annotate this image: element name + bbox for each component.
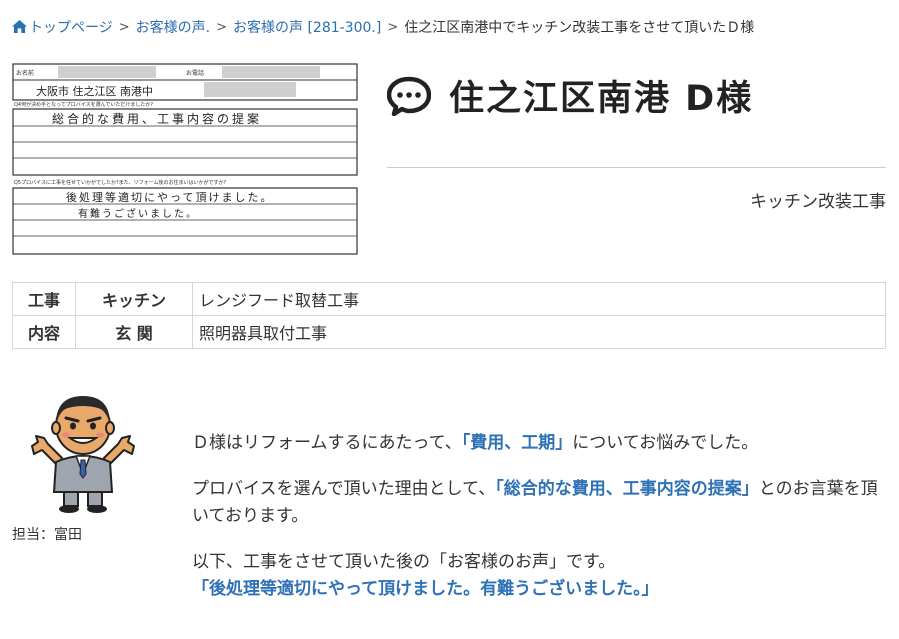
breadcrumb-voices-link[interactable]: お客様の声.	[136, 17, 210, 37]
breadcrumb-separator: >	[216, 19, 227, 35]
works-head-2: 内容	[12, 315, 76, 349]
survey-address-handwriting: 大阪市 住之江区 南港中	[36, 84, 153, 98]
table-row: 工事 キッチン レンジフード取替工事	[12, 282, 886, 316]
work-description: 照明器具取付工事	[192, 315, 886, 349]
staff-mascot-icon	[31, 396, 135, 513]
speech-bubble-icon	[387, 76, 431, 116]
works-table: 工事 キッチン レンジフード取替工事 内容 玄 関 照明器具取付工事	[12, 282, 886, 349]
works-head-1: 工事	[12, 282, 76, 316]
work-category: キッチン改装工事	[750, 192, 886, 212]
survey-q5: Q5プロバイスに工事を任せていかがでしたか?また、リフォーム後のお住まいはいかが…	[14, 179, 226, 186]
title-row: 住之江区南港 D様	[387, 70, 753, 121]
comments: Ｄ様はリフォームするにあたって、「費用、工期」についてお悩みでした。 プロバイス…	[192, 430, 886, 622]
comment-text: Ｄ様はリフォームするにあたって、	[192, 433, 462, 453]
breadcrumb-current: 住之江区南港中でキッチン改装工事をさせて頂いたＤ様	[404, 20, 755, 36]
comment-highlight: 「費用、工期」	[461, 433, 573, 453]
survey-sheet-image: お名前 お電話 大阪市 住之江区 南港中 Q4何が決め手となってプロバイスを選ん…	[12, 60, 358, 256]
breadcrumb: トップページ > お客様の声. > お客様の声 [281-300.] > 住之江…	[12, 17, 754, 37]
breadcrumb-separator: >	[118, 19, 130, 35]
survey-name-label: お名前	[16, 69, 34, 77]
comment-highlight: 「総合的な費用、工事内容の提案」	[495, 479, 759, 499]
comment-paragraph: プロバイスを選んで頂いた理由として、「総合的な費用、工事内容の提案」とのお言葉を…	[192, 476, 886, 530]
staff-label: 担当：富田	[12, 527, 82, 543]
customer-voice-quote: 「後処理等適切にやって頂けました。有難うございました。」	[192, 579, 659, 599]
breadcrumb-voices-range-link[interactable]: お客様の声 [281-300.]	[233, 17, 381, 37]
comment-text: プロバイスを選んで頂いた理由として、	[192, 479, 496, 499]
survey-q5-answer-1: 後処理等適切にやって頂けました。	[66, 190, 273, 204]
comment-paragraph: Ｄ様はリフォームするにあたって、「費用、工期」についてお悩みでした。	[192, 430, 886, 457]
comment-paragraph: 以下、工事をさせて頂いた後の「お客様のお声」です。「後処理等適切にやって頂けまし…	[192, 549, 886, 603]
breadcrumb-home-label: トップページ	[29, 20, 113, 36]
survey-phone-label: お電話	[186, 69, 204, 77]
table-row: 内容 玄 関 照明器具取付工事	[12, 315, 886, 349]
comment-text: についてお悩みでした。	[572, 433, 759, 453]
page-title: 住之江区南港 D様	[449, 79, 754, 119]
breadcrumb-home-link[interactable]: トップページ	[12, 17, 113, 37]
work-place: 玄 関	[75, 315, 193, 349]
survey-q4: Q4何が決め手となってプロバイスを選んでいただけましたか?	[14, 101, 153, 108]
work-place: キッチン	[75, 282, 193, 316]
comment-text: 以下、工事をさせて頂いた後の「お客様のお声」です。	[192, 552, 616, 572]
breadcrumb-separator: >	[387, 19, 399, 35]
survey-q4-answer: 総合的な費用、工事内容の提案	[52, 111, 262, 126]
title-divider	[387, 167, 886, 168]
home-icon	[12, 20, 27, 33]
survey-q5-answer-2: 有難うございました。	[78, 207, 198, 220]
work-description: レンジフード取替工事	[192, 282, 886, 316]
